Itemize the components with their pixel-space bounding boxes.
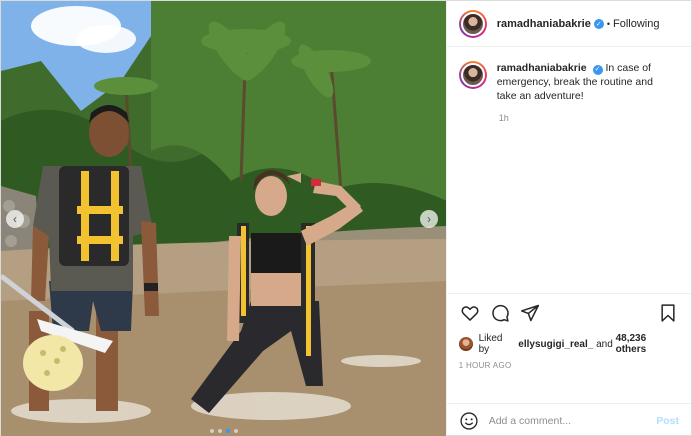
carousel-dots [1,429,446,433]
likes-count[interactable]: 48,236 others [616,333,679,355]
following-button[interactable]: Following [613,18,659,30]
smile-icon[interactable] [459,411,479,431]
comment-bar: Post [446,403,691,436]
comments-area: ramadhaniabakrie ✓ In case of emergency,… [447,47,691,293]
verified-badge-icon: ✓ [593,18,604,29]
share-icon[interactable] [519,302,541,324]
heart-icon[interactable] [459,302,481,324]
chevron-left-icon: ‹ [13,212,17,226]
verified-badge-icon: ✓ [592,65,603,75]
caption-username[interactable]: ramadhaniabakrie [497,62,587,74]
post-panel: ramadhaniabakrie ✓ • Following ramadhani… [445,1,691,436]
caption-avatar[interactable] [458,61,487,89]
post-photo[interactable]: ‹ › [1,1,446,436]
caption-text: ramadhaniabakrie ✓ In case of emergency,… [497,61,667,103]
likes-prefix: Liked by [478,333,503,355]
header-separator: • [606,18,611,29]
chevron-right-icon: › [427,212,431,226]
action-icons [459,302,679,324]
post-comment-button[interactable]: Post [656,415,679,427]
liker-username[interactable]: ellysugigi_real_ [518,339,593,350]
instagram-post: ‹ › ramadhaniabakrie ✓ • Following ramad… [0,0,692,436]
post-actions: Liked by ellysugigi_real_ and 48,236 oth… [446,293,691,403]
liker-avatar[interactable] [458,337,473,351]
post-timestamp[interactable]: 1 HOUR AGO [459,361,679,370]
carousel-dot [226,429,230,433]
comment-input[interactable] [488,414,657,427]
likes-middle: and [596,338,613,350]
post-header: ramadhaniabakrie ✓ • Following [446,1,691,47]
caption-time[interactable]: 1h [499,113,679,123]
author-avatar[interactable] [458,9,487,38]
caption: ramadhaniabakrie ✓ In case of emergency,… [458,61,679,103]
carousel-next-button[interactable]: › [420,210,438,228]
carousel-prev-button[interactable]: ‹ [6,210,24,228]
carousel-dot [234,429,238,433]
bookmark-icon[interactable] [657,302,679,324]
author-username[interactable]: ramadhaniabakrie [497,18,591,30]
comment-icon[interactable] [489,302,511,324]
likes-summary: Liked by ellysugigi_real_ and 48,236 oth… [458,333,679,355]
carousel-dot [218,429,222,433]
carousel-dot [210,429,214,433]
photo-scene [1,1,446,436]
